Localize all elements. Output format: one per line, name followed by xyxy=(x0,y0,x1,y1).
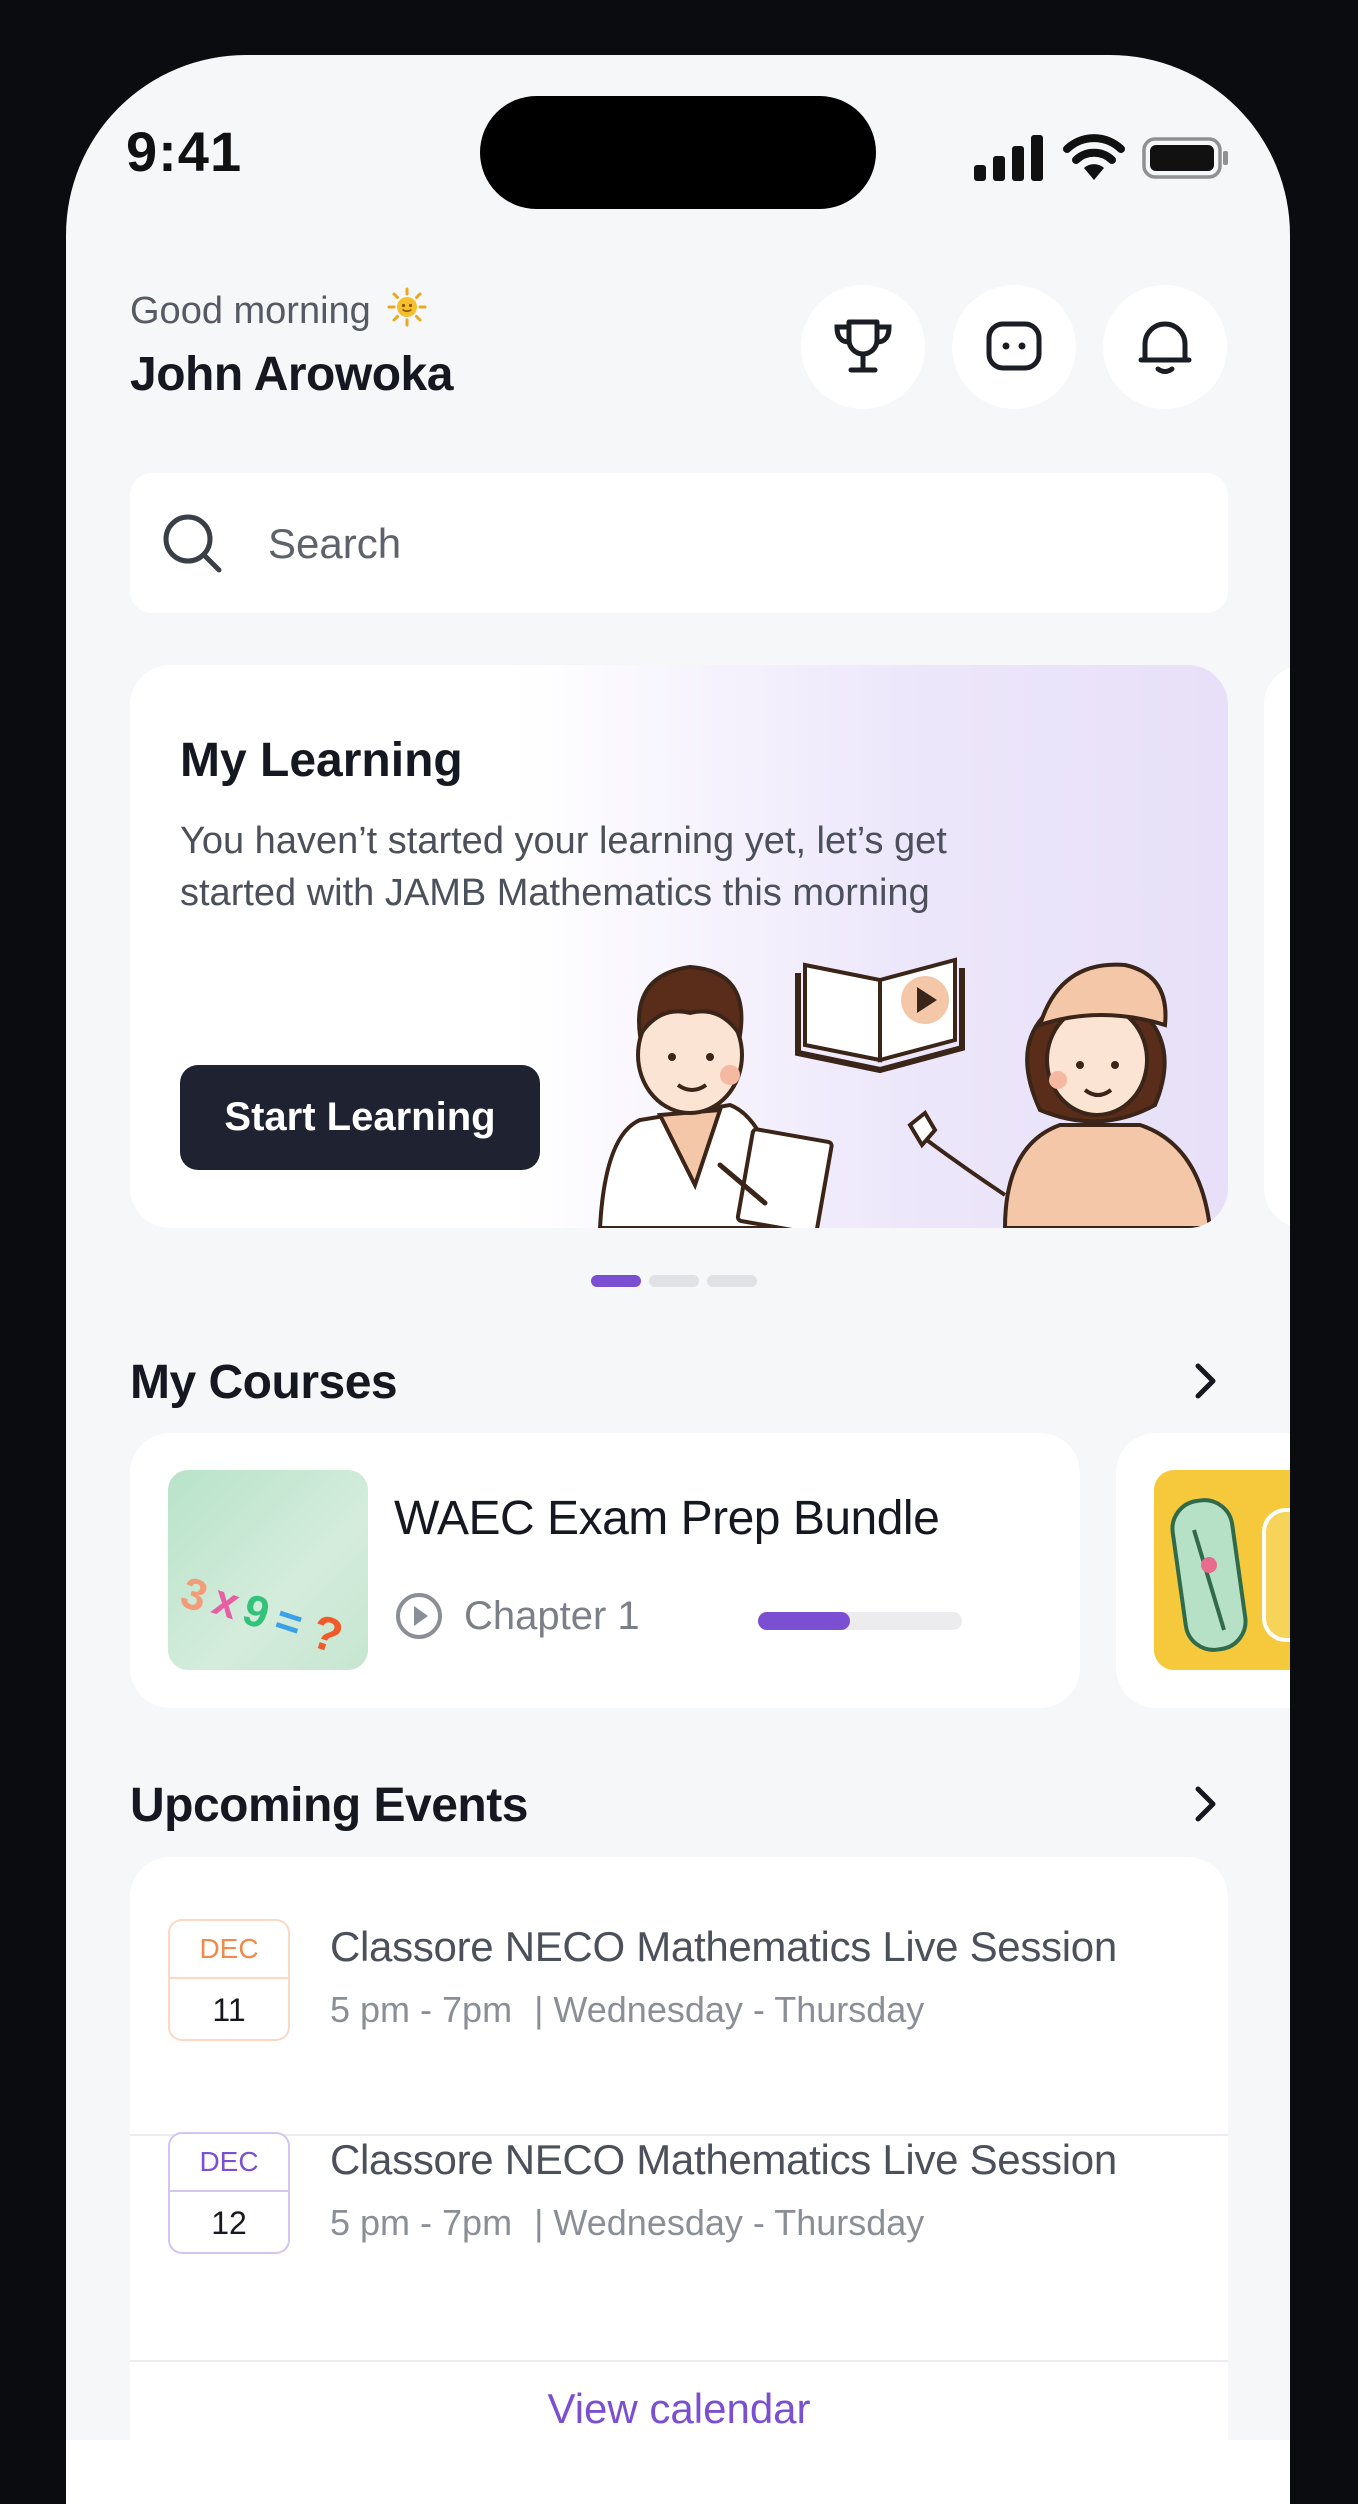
user-name: John Arowoka xyxy=(130,348,453,401)
compass-case-image xyxy=(1170,1498,1290,1652)
search-input[interactable] xyxy=(266,501,1170,587)
battery-icon xyxy=(1142,137,1228,179)
event-month: DEC xyxy=(199,1933,259,1964)
my-learning-title: My Learning xyxy=(180,734,463,787)
event-title: Classore NECO Mathematics Live Session xyxy=(330,2136,1117,2183)
chevron-right-icon xyxy=(1195,1363,1216,1399)
trophy-button[interactable] xyxy=(801,285,925,409)
chat-icon xyxy=(986,321,1042,371)
bottom-bar xyxy=(66,2440,1290,2504)
event-title: Classore NECO Mathematics Live Session xyxy=(330,1923,1117,1970)
svg-text:9: 9 xyxy=(237,1585,275,1639)
svg-text:?: ? xyxy=(305,1605,349,1664)
app-screen: 9:41 Good morning John Arowoka Search My… xyxy=(66,55,1290,2504)
greeting-text: Good morning xyxy=(130,290,371,332)
pager-dot[interactable] xyxy=(707,1275,757,1287)
divider xyxy=(130,2360,1228,2362)
svg-text:3: 3 xyxy=(175,1568,213,1622)
next-course-thumbnail xyxy=(1154,1470,1290,1670)
svg-text:=: = xyxy=(269,1595,309,1650)
event-date: DEC 12 xyxy=(168,2132,290,2254)
course-progress-bar xyxy=(758,1612,962,1630)
students-illustration xyxy=(597,957,1213,1228)
signal-icon xyxy=(974,135,1043,181)
pager-dot[interactable] xyxy=(591,1275,641,1287)
event-time: 5 pm - 7pm xyxy=(330,2202,513,2243)
event-days: | Wednesday - Thursday xyxy=(534,1989,925,2030)
upcoming-events-title: Upcoming Events xyxy=(130,1779,528,1832)
event-meta: 5 pm - 7pm | Wednesday - Thursday xyxy=(330,1989,924,2031)
event-meta: 5 pm - 7pm | Wednesday - Thursday xyxy=(330,2202,924,2244)
event-day: 11 xyxy=(170,1977,288,2039)
chat-button[interactable] xyxy=(952,285,1076,409)
events-list: DEC 11 Classore NECO Mathematics Live Se… xyxy=(130,1857,1228,2440)
course-progress-fill xyxy=(758,1612,850,1630)
event-item[interactable]: DEC 12 Classore NECO Mathematics Live Se… xyxy=(130,2070,1228,2282)
math-blocks-image: 3 x 9 = ? xyxy=(175,1568,349,1665)
search-icon xyxy=(163,514,222,573)
greeting: Good morning xyxy=(130,287,427,333)
trophy-icon xyxy=(834,319,892,373)
event-day: 12 xyxy=(170,2190,288,2252)
search-bar[interactable] xyxy=(130,473,1228,613)
notifications-button[interactable] xyxy=(1103,285,1227,409)
my-learning-card: My Learning You haven’t started your lea… xyxy=(130,665,1228,1228)
event-days: | Wednesday - Thursday xyxy=(534,2202,925,2243)
dynamic-island xyxy=(480,96,876,209)
view-calendar-link[interactable]: View calendar xyxy=(130,2384,1228,2434)
wifi-icon xyxy=(1063,134,1125,180)
next-course-peek[interactable] xyxy=(1116,1433,1290,1708)
chapter-label: Chapter 1 xyxy=(464,1593,640,1638)
course-title: WAEC Exam Prep Bundle xyxy=(394,1492,940,1545)
event-date: DEC 11 xyxy=(168,1919,290,2041)
course-chapter: Chapter 1 xyxy=(394,1591,640,1641)
next-card-peek xyxy=(1264,665,1290,1228)
carousel-pager xyxy=(591,1275,757,1287)
course-card[interactable]: 3 x 9 = ? WAEC Exam Prep Bundle Chapter … xyxy=(130,1433,1080,1708)
status-time: 9:41 xyxy=(126,120,243,183)
event-month: DEC xyxy=(199,2146,259,2177)
bell-icon xyxy=(1138,321,1192,374)
upcoming-events-more-button[interactable] xyxy=(1186,1784,1226,1824)
my-courses-title: My Courses xyxy=(130,1356,398,1409)
start-learning-button[interactable]: Start Learning xyxy=(180,1065,540,1170)
event-time: 5 pm - 7pm xyxy=(330,1989,513,2030)
phone-frame: 9:41 Good morning John Arowoka Search My… xyxy=(0,0,1358,2504)
play-circle-icon xyxy=(396,1593,442,1639)
event-item[interactable]: DEC 11 Classore NECO Mathematics Live Se… xyxy=(130,1857,1228,2069)
my-learning-description: You haven’t started your learning yet, l… xyxy=(180,820,947,914)
sun-icon xyxy=(387,287,427,327)
status-icons xyxy=(974,133,1230,183)
chevron-right-icon xyxy=(1195,1786,1216,1822)
my-courses-more-button[interactable] xyxy=(1186,1361,1226,1401)
pager-dot[interactable] xyxy=(649,1275,699,1287)
course-thumbnail: 3 x 9 = ? xyxy=(168,1470,368,1670)
